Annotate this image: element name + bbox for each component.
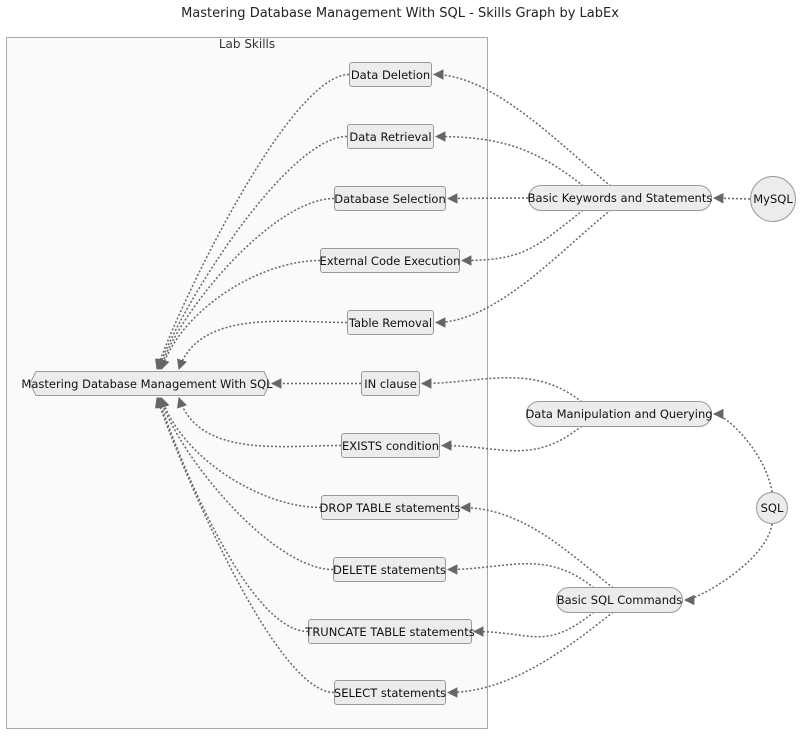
edge-delete-statements-to-root <box>158 397 334 571</box>
skill-label: DELETE statements <box>333 562 446 577</box>
edge-basic-keywords-to-database-selection <box>446 193 529 204</box>
edge-truncate-table-statements-to-root <box>156 397 309 633</box>
edge-data-manipulation-to-in-clause <box>420 377 583 403</box>
skill-node-data-deletion[interactable]: Data Deletion <box>349 62 432 87</box>
skill-label: Database Selection <box>334 191 446 206</box>
skill-label: TRUNCATE TABLE statements <box>305 624 475 639</box>
category-label: Basic SQL Commands <box>556 593 683 607</box>
skill-node-database-selection[interactable]: Database Selection <box>334 186 446 211</box>
category-node-data-manipulation[interactable]: Data Manipulation and Querying <box>525 401 713 427</box>
skill-node-external-code-execution[interactable]: External Code Execution <box>320 248 460 273</box>
skill-label: IN clause <box>364 376 417 391</box>
skill-label: SELECT statements <box>333 685 447 700</box>
edge-basic-sql-commands-to-drop-table-statements <box>459 502 614 589</box>
skill-node-in-clause[interactable]: IN clause <box>361 371 420 396</box>
root-node[interactable]: Mastering Database Management With SQL <box>21 371 273 396</box>
skill-label: External Code Execution <box>319 253 461 268</box>
skill-node-drop-table-statements[interactable]: DROP TABLE statements <box>319 495 461 520</box>
skill-node-data-retrieval[interactable]: Data Retrieval <box>347 124 434 149</box>
edge-basic-sql-commands-to-delete-statements <box>446 563 595 589</box>
skill-label: Data Deletion <box>350 67 431 82</box>
edge-table-removal-to-root <box>177 320 348 370</box>
source-label: SQL <box>760 501 784 515</box>
source-node-mysql[interactable]: MySQL <box>750 176 796 222</box>
edge-basic-keywords-to-data-deletion <box>432 69 612 187</box>
edge-select-statements-to-root <box>155 397 335 694</box>
edge-basic-keywords-to-external-code-execution <box>460 209 584 266</box>
source-label: MySQL <box>753 192 793 206</box>
edge-external-code-execution-to-root <box>159 259 321 370</box>
skill-label: EXISTS condition <box>342 438 439 453</box>
edge-drop-table-statements-to-root <box>159 397 322 509</box>
edge-data-deletion-to-root <box>155 73 350 370</box>
edge-sql-to-basic-sql-commands <box>683 523 773 606</box>
category-label: Basic Keywords and Statements <box>527 191 713 205</box>
edge-sql-to-data-manipulation <box>712 408 773 493</box>
edge-exists-condition-to-root <box>177 397 342 448</box>
edge-basic-keywords-to-table-removal <box>434 209 612 328</box>
skill-node-truncate-table-statements[interactable]: TRUNCATE TABLE statements <box>305 619 475 644</box>
skill-node-exists-condition[interactable]: EXISTS condition <box>341 433 440 458</box>
source-node-sql[interactable]: SQL <box>756 492 788 524</box>
edge-data-manipulation-to-exists-condition <box>440 425 583 452</box>
edge-basic-sql-commands-to-truncate-table-statements <box>472 611 595 638</box>
skill-node-delete-statements[interactable]: DELETE statements <box>333 557 446 582</box>
edge-database-selection-to-root <box>158 197 335 370</box>
skill-node-table-removal[interactable]: Table Removal <box>347 310 434 335</box>
category-node-basic-sql-commands[interactable]: Basic SQL Commands <box>556 587 683 613</box>
edge-mysql-to-basic-keywords <box>712 193 751 204</box>
skill-label: DROP TABLE statements <box>319 500 461 515</box>
category-label: Data Manipulation and Querying <box>525 407 713 421</box>
skill-node-select-statements[interactable]: SELECT statements <box>334 680 446 705</box>
skill-label: Table Removal <box>348 315 433 330</box>
category-node-basic-keywords[interactable]: Basic Keywords and Statements <box>528 185 712 211</box>
skill-label: Data Retrieval <box>349 129 432 144</box>
root-node-label: Mastering Database Management With SQL <box>21 376 273 391</box>
